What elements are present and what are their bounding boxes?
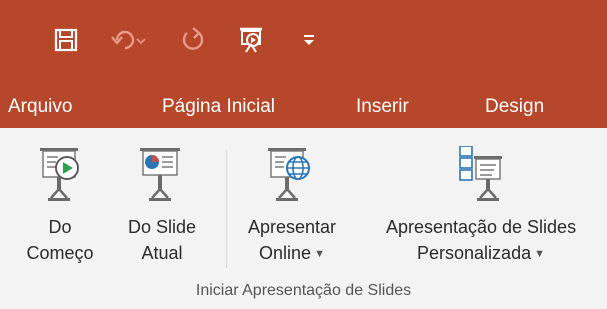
undo-icon (111, 28, 149, 52)
custom-slide-show-label-line2: Personalizada ▼ (356, 240, 606, 269)
tab-arquivo[interactable]: Arquivo (8, 94, 72, 120)
redo-button[interactable] (178, 20, 208, 60)
save-button[interactable] (50, 20, 82, 60)
present-online-label-line2: Online ▼ (230, 240, 354, 269)
start-from-beginning-icon (236, 25, 266, 55)
redo-icon (180, 27, 206, 53)
tab-pagina-inicial[interactable]: Página Inicial (162, 94, 275, 120)
tab-design[interactable]: Design (485, 94, 544, 120)
chevron-down-icon: ▼ (314, 248, 325, 260)
group-divider (226, 150, 227, 268)
custom-slide-show-button[interactable]: Apresentação de Slides Personalizada ▼ (356, 138, 606, 288)
present-online-label-line1: Apresentar (247, 217, 337, 237)
play-from-start-icon (38, 146, 84, 213)
from-beginning-button[interactable]: Do Começo (4, 138, 116, 288)
save-icon (54, 28, 78, 52)
customize-quick-access-icon (302, 33, 316, 47)
group-label-start-slide-show: Iniciar Apresentação de Slides (195, 282, 412, 299)
play-from-current-slide-icon (138, 146, 184, 213)
start-from-beginning-button[interactable] (234, 20, 268, 60)
from-beginning-label-line1: Do (48, 217, 72, 237)
custom-slide-show-icon (456, 145, 506, 213)
present-online-icon (266, 146, 316, 213)
from-current-slide-button[interactable]: Do Slide Atual (112, 138, 212, 288)
chevron-down-icon: ▼ (534, 248, 545, 260)
from-current-slide-label-line1: Do Slide (127, 217, 197, 237)
undo-button[interactable] (110, 20, 150, 60)
title-bar (0, 0, 607, 82)
from-beginning-label-line2: Começo (26, 243, 94, 263)
customize-quick-access-button[interactable] (298, 20, 320, 60)
from-current-slide-label-line2: Atual (141, 243, 183, 263)
custom-slide-show-label-text: Personalizada (417, 243, 532, 263)
present-online-button[interactable]: Apresentar Online ▼ (230, 138, 354, 288)
present-online-label-text: Online (259, 243, 312, 263)
tab-inserir[interactable]: Inserir (356, 94, 409, 120)
custom-slide-show-label-line1: Apresentação de Slides (385, 217, 577, 237)
